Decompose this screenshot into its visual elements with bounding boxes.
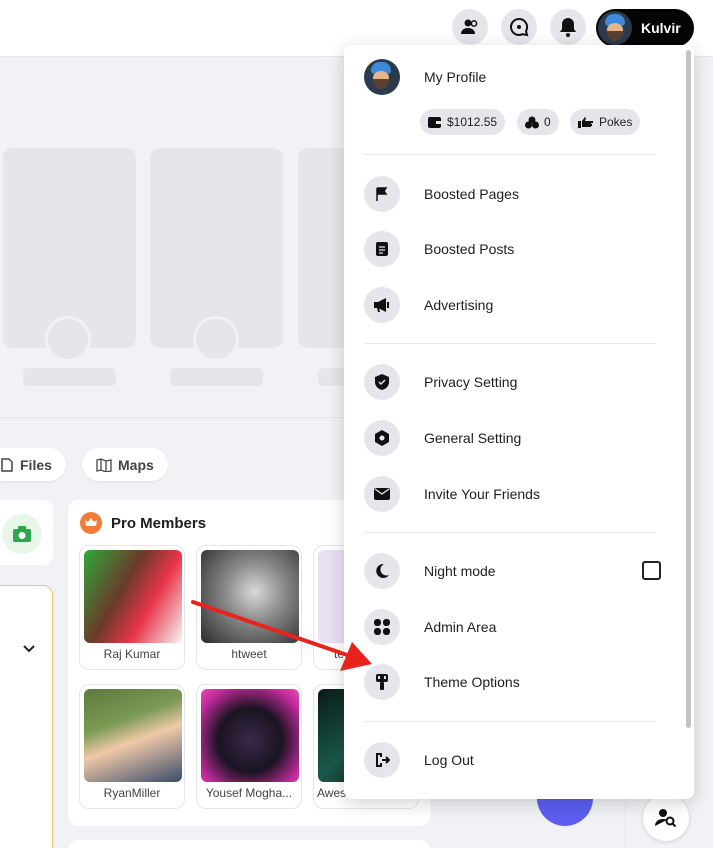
- menu-item-advertising[interactable]: Advertising: [364, 285, 656, 325]
- messages-icon[interactable]: [501, 9, 537, 45]
- menu-item-boosted-posts[interactable]: Boosted Posts: [364, 229, 656, 269]
- find-friends-icon[interactable]: [643, 795, 689, 841]
- wallet-chip[interactable]: $1012.55: [420, 109, 506, 135]
- points-count: 0: [544, 115, 551, 129]
- menu-item-label: Invite Your Friends: [424, 486, 540, 502]
- member-photo: [84, 689, 182, 782]
- menu-divider: [364, 532, 656, 533]
- skeleton-avatar: [193, 316, 239, 362]
- menu-divider: [364, 721, 656, 722]
- settings-icon: [364, 420, 400, 456]
- menu-item-label: Theme Options: [424, 674, 520, 690]
- pro-members-title: Pro Members: [111, 514, 207, 532]
- dropdown-scrollbar[interactable]: [686, 50, 691, 728]
- dashboard-icon: [364, 609, 400, 645]
- wallet-icon: [428, 117, 442, 128]
- member-card[interactable]: RyanMiller: [79, 684, 185, 809]
- envelope-icon: [364, 476, 400, 512]
- menu-item-general-setting[interactable]: General Setting: [364, 418, 656, 458]
- my-profile-label: My Profile: [424, 69, 487, 85]
- menu-item-admin-area[interactable]: Admin Area: [364, 607, 656, 647]
- member-card[interactable]: Raj Kumar: [79, 545, 185, 670]
- menu-item-privacy-setting[interactable]: Privacy Setting: [364, 362, 656, 402]
- map-icon: [96, 457, 112, 472]
- megaphone-icon: [364, 287, 400, 323]
- menu-item-label: Night mode: [424, 563, 496, 579]
- points-chip[interactable]: 0: [517, 109, 559, 135]
- flag-icon: [364, 176, 400, 212]
- member-name: RyanMiller: [103, 786, 161, 800]
- user-menu-button[interactable]: Kulvir: [596, 9, 694, 47]
- logout-icon: [364, 742, 400, 778]
- chevron-down-icon[interactable]: [22, 644, 36, 654]
- moon-icon: [364, 553, 400, 589]
- notifications-icon[interactable]: [550, 9, 586, 45]
- user-avatar: [598, 11, 632, 45]
- pokes-chip[interactable]: Pokes: [570, 109, 641, 135]
- menu-item-label: Log Out: [424, 752, 474, 768]
- menu-item-invite-friends[interactable]: Invite Your Friends: [364, 474, 656, 514]
- maps-chip[interactable]: Maps: [82, 448, 168, 481]
- crown-icon: [80, 512, 102, 534]
- member-name: Yousef Mogha...: [205, 786, 293, 800]
- member-photo: [84, 550, 182, 643]
- wallet-balance: $1012.55: [447, 115, 498, 129]
- member-photo: [201, 550, 299, 643]
- member-photo: [201, 689, 299, 782]
- my-profile-link[interactable]: My Profile: [364, 59, 486, 95]
- menu-divider: [364, 154, 656, 155]
- shield-icon: [364, 364, 400, 400]
- menu-item-label: Admin Area: [424, 619, 497, 635]
- member-name: htweet: [231, 647, 267, 661]
- member-name: Raj Kumar: [103, 647, 161, 661]
- user-dropdown-menu: My Profile $1012.55 0 Pokes Boosted Page…: [344, 45, 694, 799]
- member-card[interactable]: Yousef Mogha...: [196, 684, 302, 809]
- menu-item-boosted-pages[interactable]: Boosted Pages: [364, 174, 656, 214]
- files-icon: [1, 457, 13, 472]
- paint-brush-icon: [364, 664, 400, 700]
- document-icon: [364, 231, 400, 267]
- menu-item-night-mode[interactable]: Night mode: [364, 551, 656, 591]
- pokes-label: Pokes: [599, 115, 633, 129]
- night-mode-checkbox[interactable]: [642, 561, 661, 580]
- menu-item-log-out[interactable]: Log Out: [364, 740, 656, 780]
- user-name: Kulvir: [641, 20, 681, 36]
- menu-item-label: General Setting: [424, 430, 522, 446]
- profile-avatar: [364, 59, 400, 95]
- menu-item-label: Boosted Pages: [424, 186, 519, 202]
- friends-icon[interactable]: [452, 9, 488, 45]
- files-chip[interactable]: Files: [0, 448, 66, 481]
- camera-card: [0, 500, 53, 565]
- skeleton-bar: [170, 368, 263, 386]
- camera-icon[interactable]: [2, 514, 42, 554]
- poke-hand-icon: [578, 117, 593, 128]
- menu-item-label: Boosted Posts: [424, 241, 515, 257]
- files-chip-label: Files: [20, 456, 52, 473]
- coins-icon: [525, 116, 539, 128]
- menu-divider: [364, 343, 656, 344]
- menu-item-label: Privacy Setting: [424, 374, 518, 390]
- skeleton-bar: [23, 368, 116, 386]
- maps-chip-label: Maps: [118, 456, 154, 473]
- menu-item-theme-options[interactable]: Theme Options: [364, 662, 656, 702]
- menu-item-label: Advertising: [424, 297, 494, 313]
- collapsed-card: [0, 585, 53, 848]
- skeleton-avatar: [45, 316, 91, 362]
- bottom-card: [68, 840, 430, 848]
- member-card[interactable]: htweet: [196, 545, 302, 670]
